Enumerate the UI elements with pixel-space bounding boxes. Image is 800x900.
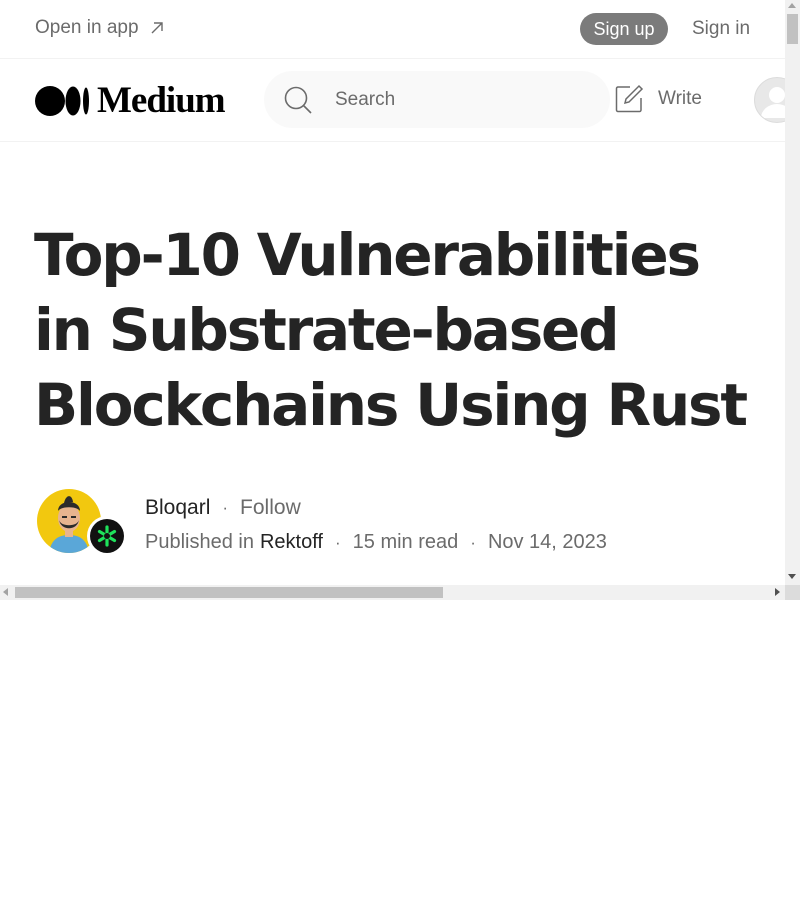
medium-logo[interactable]: Medium <box>35 80 226 121</box>
horizontal-scrollbar[interactable] <box>0 585 785 600</box>
scroll-left-arrow-icon[interactable] <box>3 588 8 596</box>
scroll-up-arrow-icon[interactable] <box>788 3 796 8</box>
main-nav: Medium Write <box>0 59 785 142</box>
medium-logo-mark-icon <box>35 86 89 116</box>
avatar-icon <box>761 87 785 118</box>
page-content: Open in app Sign up Sign in Medium Searc… <box>0 0 785 585</box>
scroll-right-arrow-icon[interactable] <box>775 588 780 596</box>
logo-wordmark: Medium <box>97 80 226 121</box>
open-in-app-label: Open in app <box>35 17 139 38</box>
separator-dot: · <box>222 498 229 517</box>
browser-viewport: Open in app Sign up Sign in Medium Searc… <box>0 0 800 600</box>
write-label: Write <box>658 88 702 109</box>
sign-in-label: Sign in <box>692 18 751 39</box>
sign-up-label: Sign up <box>593 18 655 39</box>
search-icon <box>284 86 312 114</box>
article-title: Top-10 Vulnerabilities in Substrate-base… <box>34 221 748 439</box>
sign-in-button[interactable]: Sign in <box>692 18 750 40</box>
author-name-link[interactable]: Bloqarl <box>145 496 210 520</box>
publish-date: Nov 14, 2023 <box>487 531 607 553</box>
article-meta: Published in Rektoff · 15 min read · Nov… <box>145 531 607 554</box>
user-avatar[interactable] <box>754 77 785 123</box>
published-in-label: Published in <box>145 531 254 553</box>
vertical-scroll-thumb[interactable] <box>787 14 798 44</box>
publication-badge[interactable] <box>87 516 127 556</box>
write-button[interactable]: Write <box>614 84 702 114</box>
scrollbar-corner <box>785 585 800 600</box>
search-input[interactable] <box>333 87 587 112</box>
separator-dot: · <box>334 532 341 552</box>
follow-button[interactable]: Follow <box>240 496 301 520</box>
rektoff-logo-icon <box>90 519 124 553</box>
write-icon <box>615 84 644 113</box>
separator-dot: · <box>470 532 476 552</box>
publication-link[interactable]: Rektoff <box>260 531 323 554</box>
scroll-down-arrow-icon[interactable] <box>788 574 796 579</box>
search-box[interactable] <box>264 71 610 128</box>
arrow-up-right-icon <box>151 22 163 34</box>
author-line: Bloqarl · Follow <box>145 496 301 520</box>
vertical-scrollbar[interactable] <box>785 0 800 585</box>
open-in-app-link[interactable]: Open in app <box>35 17 165 39</box>
horizontal-scroll-thumb[interactable] <box>15 587 443 598</box>
read-time: 15 min read <box>352 531 459 553</box>
sign-up-button[interactable]: Sign up <box>580 13 668 45</box>
top-banner: Open in app Sign up Sign in <box>0 0 785 59</box>
